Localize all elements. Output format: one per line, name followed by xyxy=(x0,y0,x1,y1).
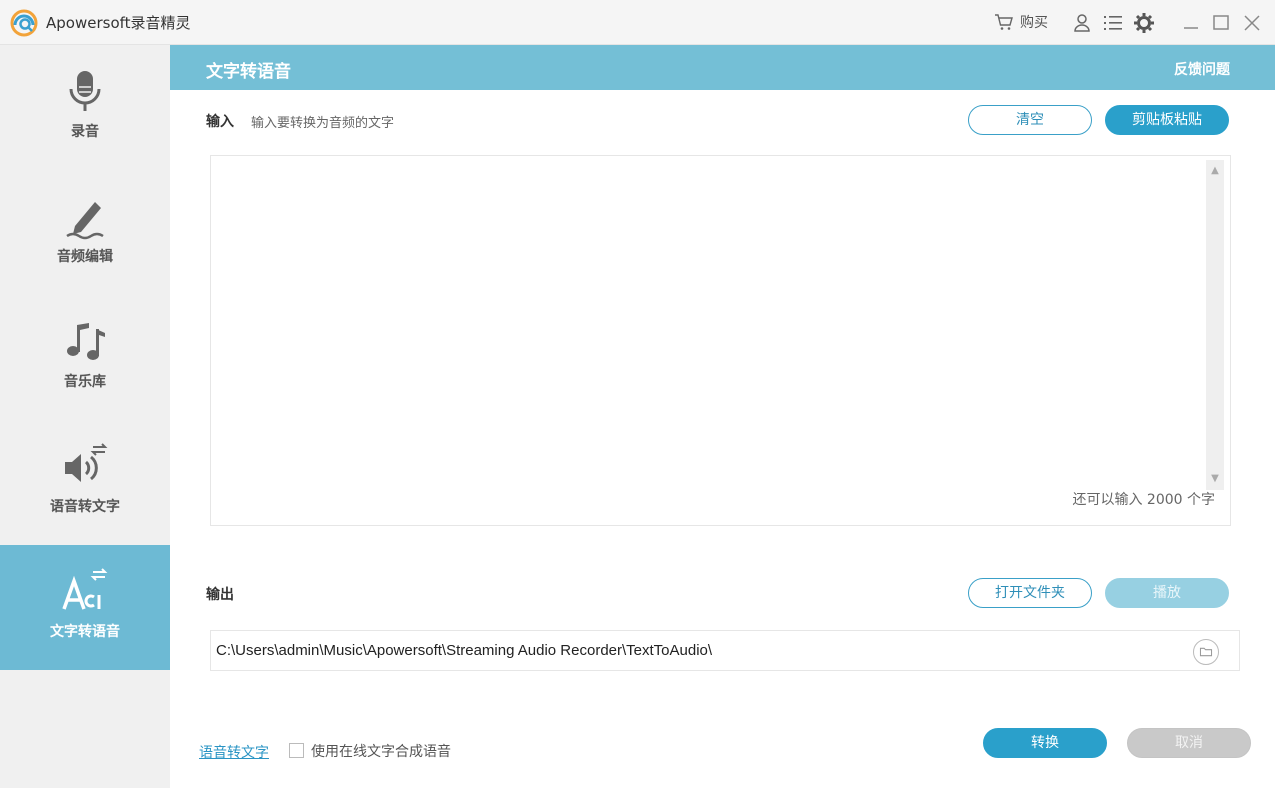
title-bar: Apowersoft录音精灵 购买 xyxy=(0,0,1275,45)
feedback-link[interactable]: 反馈问题 xyxy=(1174,59,1230,79)
sidebar-item-music-library[interactable]: 音乐库 xyxy=(0,295,170,420)
app-title: Apowersoft录音精灵 xyxy=(46,14,191,32)
output-path-field[interactable]: C:\Users\admin\Music\Apowersoft\Streamin… xyxy=(210,630,1240,671)
scroll-up-icon[interactable]: ▲ xyxy=(1206,162,1224,180)
pen-wave-icon xyxy=(66,202,104,240)
sidebar-item-speech-to-text[interactable]: 语音转文字 xyxy=(0,420,170,545)
microphone-icon xyxy=(69,71,101,111)
cancel-button[interactable]: 取消 xyxy=(1127,728,1251,758)
text-input-area[interactable]: ▲ ▼ 还可以输入 2000 个字 xyxy=(210,155,1231,526)
sidebar: 录音 音频编辑 音乐库 语音转文字 文字转语音 xyxy=(0,45,170,788)
sidebar-item-label: 文字转语音 xyxy=(50,624,120,640)
sidebar-item-label: 音频编辑 xyxy=(57,249,113,265)
output-label: 输出 xyxy=(206,587,234,603)
folder-browse-icon[interactable] xyxy=(1193,639,1219,665)
text-scrollbar[interactable]: ▲ ▼ xyxy=(1206,160,1224,490)
menu-list-icon[interactable] xyxy=(1102,12,1124,34)
buy-label: 购买 xyxy=(1020,15,1048,31)
sidebar-item-label: 音乐库 xyxy=(64,374,106,390)
maximize-icon[interactable] xyxy=(1210,12,1232,34)
music-notes-icon xyxy=(67,323,105,360)
gear-icon[interactable] xyxy=(1133,12,1155,34)
open-folder-button[interactable]: 打开文件夹 xyxy=(968,578,1092,608)
text-convert-icon xyxy=(62,568,108,610)
sidebar-item-record[interactable]: 录音 xyxy=(0,45,170,170)
output-path: C:\Users\admin\Music\Apowersoft\Streamin… xyxy=(216,642,713,659)
sidebar-item-text-to-speech[interactable]: 文字转语音 xyxy=(0,545,170,670)
play-button[interactable]: 播放 xyxy=(1105,578,1229,608)
sidebar-item-label: 语音转文字 xyxy=(50,499,120,515)
minimize-icon[interactable] xyxy=(1180,12,1202,34)
input-hint: 输入要转换为音频的文字 xyxy=(251,116,395,131)
sidebar-item-label: 录音 xyxy=(71,124,99,140)
clear-button[interactable]: 清空 xyxy=(968,105,1092,135)
speech-to-text-link[interactable]: 语音转文字 xyxy=(199,742,269,762)
page-title: 文字转语音 xyxy=(206,62,291,82)
input-label: 输入 xyxy=(206,114,234,130)
user-icon[interactable] xyxy=(1071,12,1093,34)
close-icon[interactable] xyxy=(1241,12,1263,34)
online-synthesis-label: 使用在线文字合成语音 xyxy=(311,744,451,760)
convert-button[interactable]: 转换 xyxy=(983,728,1107,758)
paste-clipboard-button[interactable]: 剪贴板粘贴 xyxy=(1105,105,1229,135)
buy-button[interactable]: 购买 xyxy=(994,12,1048,32)
cart-icon xyxy=(995,14,1013,30)
speaker-convert-icon xyxy=(65,443,108,482)
page-header: 文字转语音 反馈问题 xyxy=(170,45,1275,90)
sidebar-item-audio-edit[interactable]: 音频编辑 xyxy=(0,170,170,295)
app-logo-icon xyxy=(10,9,38,37)
scroll-down-icon[interactable]: ▼ xyxy=(1206,470,1224,488)
online-synthesis-checkbox[interactable] xyxy=(289,743,304,758)
app-window: Apowersoft录音精灵 购买 录音 音频编辑 音乐库 语音转文字 文字转语… xyxy=(0,0,1275,788)
char-count: 还可以输入 2000 个字 xyxy=(1072,492,1215,508)
